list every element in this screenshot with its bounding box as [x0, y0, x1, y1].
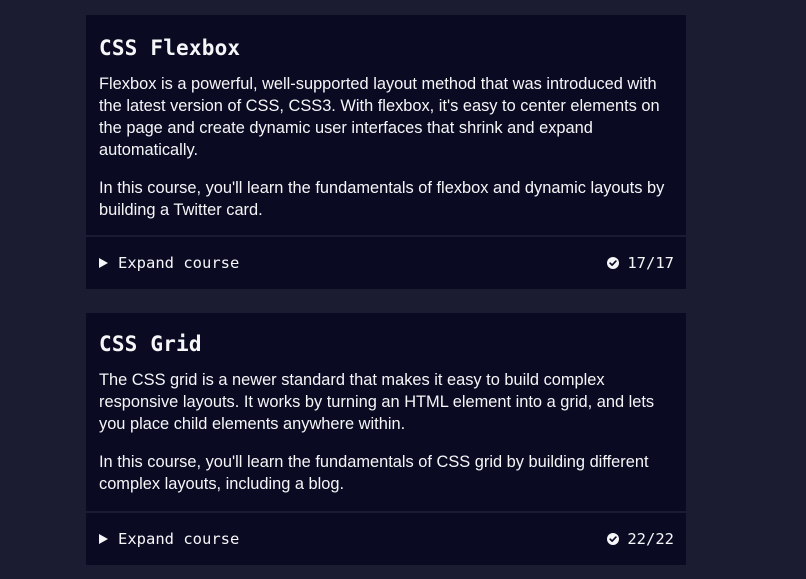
course-footer: Expand course 17/17: [86, 235, 686, 289]
expand-course-button[interactable]: Expand course: [99, 254, 239, 272]
check-circle-icon: [607, 532, 620, 545]
course-progress: 22/22: [607, 530, 674, 548]
course-list: CSS Flexbox Flexbox is a powerful, well-…: [0, 0, 806, 579]
progress-count: 22/22: [627, 530, 674, 548]
expand-course-button[interactable]: Expand course: [99, 530, 239, 548]
triangle-right-icon: [99, 257, 108, 268]
expand-course-label: Expand course: [118, 530, 240, 548]
course-title: CSS Grid: [99, 332, 202, 356]
course-description: Flexbox is a powerful, well-supported la…: [99, 75, 660, 159]
course-title: CSS Flexbox: [99, 36, 241, 60]
course-footer: Expand course 22/22: [86, 511, 686, 565]
check-circle-icon: [607, 256, 620, 269]
course-card-flexbox: CSS Flexbox Flexbox is a powerful, well-…: [86, 15, 686, 289]
course-card-grid: CSS Grid The CSS grid is a newer standar…: [86, 313, 686, 565]
triangle-right-icon: [99, 533, 108, 544]
course-card-body: CSS Grid The CSS grid is a newer standar…: [86, 313, 686, 511]
expand-course-label: Expand course: [118, 254, 240, 272]
course-progress: 17/17: [607, 254, 674, 272]
course-description: The CSS grid is a newer standard that ma…: [99, 371, 655, 433]
course-description: In this course, you'll learn the fundame…: [99, 179, 665, 219]
course-description: In this course, you'll learn the fundame…: [99, 453, 649, 493]
course-card-body: CSS Flexbox Flexbox is a powerful, well-…: [86, 15, 686, 235]
progress-count: 17/17: [627, 254, 674, 272]
